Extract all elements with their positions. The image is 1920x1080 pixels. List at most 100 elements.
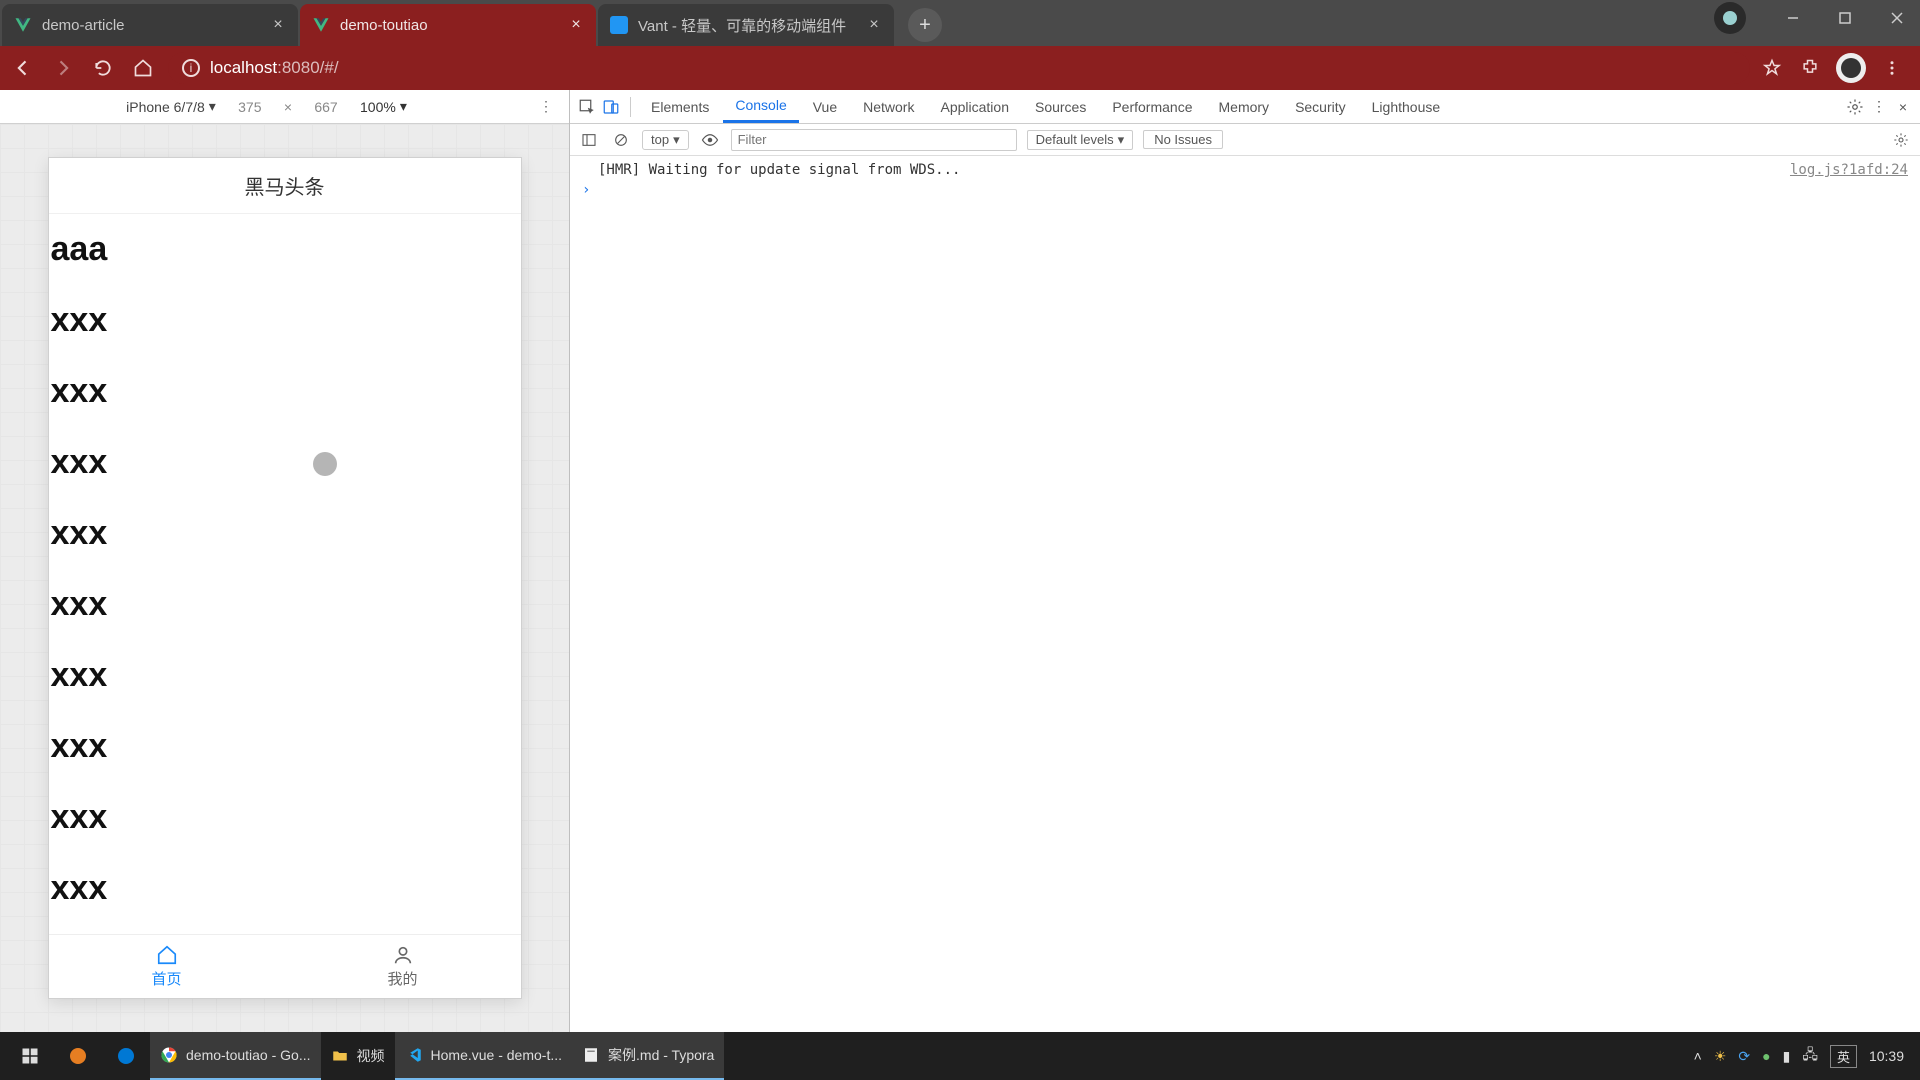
toggle-device-icon[interactable] bbox=[600, 96, 622, 118]
tray-sync-icon[interactable]: ⟳ bbox=[1738, 1048, 1750, 1065]
devtools-tab-memory[interactable]: Memory bbox=[1207, 90, 1282, 123]
home-icon bbox=[156, 944, 178, 966]
devtools-tab-vue[interactable]: Vue bbox=[801, 90, 849, 123]
search-tabs-button[interactable] bbox=[1714, 2, 1746, 34]
reload-button[interactable] bbox=[88, 53, 118, 83]
bookmark-star-icon[interactable] bbox=[1760, 56, 1784, 80]
console-log-line: [HMR] Waiting for update signal from WDS… bbox=[570, 160, 1920, 180]
device-select[interactable]: iPhone 6/7/8 ▾ bbox=[126, 98, 216, 115]
clear-console-icon[interactable] bbox=[610, 129, 632, 151]
console-context-select[interactable]: top ▾ bbox=[642, 130, 689, 150]
issues-badge[interactable]: No Issues bbox=[1143, 130, 1223, 149]
log-source-link[interactable]: log.js?1afd:24 bbox=[1790, 162, 1908, 178]
devtools-tab-elements[interactable]: Elements bbox=[639, 90, 721, 123]
console-settings-icon[interactable] bbox=[1890, 129, 1912, 151]
main-split: iPhone 6/7/8 ▾ × 100% ▾ ⋮ 黑马头条 aaa xxx bbox=[0, 90, 1920, 1032]
close-icon[interactable]: × bbox=[568, 17, 584, 33]
devtools-pane: Elements Console Vue Network Application… bbox=[570, 90, 1920, 1032]
devtools-tab-console[interactable]: Console bbox=[723, 90, 798, 123]
back-button[interactable] bbox=[8, 53, 38, 83]
ime-indicator[interactable]: 英 bbox=[1830, 1045, 1857, 1068]
console-output[interactable]: [HMR] Waiting for update signal from WDS… bbox=[570, 156, 1920, 1032]
tabbar-home[interactable]: 首页 bbox=[49, 935, 285, 998]
extensions-icon[interactable] bbox=[1798, 56, 1822, 80]
address-bar[interactable]: i localhost:8080/#/ bbox=[168, 52, 1750, 84]
window-controls bbox=[1714, 0, 1920, 36]
tray-battery-icon[interactable]: ▮ bbox=[1783, 1048, 1791, 1065]
taskbar-folder[interactable]: 视频 bbox=[321, 1032, 395, 1080]
browser-menu-icon[interactable] bbox=[1880, 56, 1904, 80]
close-icon[interactable]: × bbox=[866, 17, 882, 33]
dimension-separator: × bbox=[284, 99, 292, 115]
device-toolbar-menu[interactable]: ⋮ bbox=[533, 98, 559, 115]
tab-title: demo-article bbox=[42, 17, 260, 34]
device-height-input[interactable] bbox=[302, 96, 350, 118]
maximize-button[interactable] bbox=[1822, 0, 1868, 36]
close-icon[interactable]: × bbox=[270, 17, 286, 33]
forward-button[interactable] bbox=[48, 53, 78, 83]
devtools-tab-network[interactable]: Network bbox=[851, 90, 926, 123]
tray-network-icon[interactable]: 🖧 bbox=[1802, 1044, 1818, 1068]
tab-title: demo-toutiao bbox=[340, 17, 558, 34]
device-preview-pane: iPhone 6/7/8 ▾ × 100% ▾ ⋮ 黑马头条 aaa xxx bbox=[0, 90, 570, 1032]
zoom-select[interactable]: 100% ▾ bbox=[360, 98, 407, 115]
profile-avatar[interactable] bbox=[1836, 53, 1866, 83]
console-filter-input[interactable] bbox=[731, 129, 1017, 151]
tray-weather-icon[interactable]: ☀ bbox=[1714, 1048, 1727, 1065]
devtools-close-icon[interactable]: × bbox=[1892, 96, 1914, 118]
close-window-button[interactable] bbox=[1874, 0, 1920, 36]
minimize-button[interactable] bbox=[1770, 0, 1816, 36]
tabbar-label: 首页 bbox=[151, 968, 181, 989]
site-info-icon[interactable]: i bbox=[182, 59, 200, 77]
touch-indicator bbox=[313, 452, 337, 476]
windows-taskbar: demo-toutiao - Go... 视频 Home.vue - demo-… bbox=[0, 1032, 1920, 1080]
url-host: localhost:8080/#/ bbox=[210, 58, 339, 78]
inspect-element-icon[interactable] bbox=[576, 96, 598, 118]
devtools-settings-icon[interactable] bbox=[1844, 96, 1866, 118]
taskbar-label: 视频 bbox=[357, 1046, 385, 1066]
devtools-tab-sources[interactable]: Sources bbox=[1023, 90, 1098, 123]
tabbar-label: 我的 bbox=[387, 968, 417, 989]
new-tab-button[interactable]: + bbox=[908, 8, 942, 42]
browser-tab-1[interactable]: demo-toutiao × bbox=[300, 4, 596, 46]
taskbar-edge[interactable] bbox=[102, 1032, 150, 1080]
console-prompt[interactable]: › bbox=[570, 180, 1920, 200]
navbar-title: 黑马头条 bbox=[245, 171, 325, 200]
start-button[interactable] bbox=[6, 1032, 54, 1080]
vue-icon bbox=[14, 16, 32, 34]
devtools-menu-icon[interactable]: ⋮ bbox=[1868, 96, 1890, 118]
clock[interactable]: 10:39 bbox=[1869, 1048, 1904, 1064]
devtools-tab-performance[interactable]: Performance bbox=[1100, 90, 1204, 123]
levels-label: Default levels bbox=[1036, 132, 1114, 147]
taskbar-vscode[interactable]: Home.vue - demo-t... bbox=[395, 1032, 573, 1080]
phone-frame: 黑马头条 aaa xxx xxx xxx xxx xxx xxx xxx xxx… bbox=[49, 158, 521, 998]
devtools-tab-security[interactable]: Security bbox=[1283, 90, 1358, 123]
tray-chevron-icon[interactable]: ˄ bbox=[1694, 1048, 1702, 1064]
live-expression-icon[interactable] bbox=[699, 129, 721, 151]
vant-icon bbox=[610, 16, 628, 34]
console-sidebar-toggle-icon[interactable] bbox=[578, 129, 600, 151]
log-levels-select[interactable]: Default levels ▾ bbox=[1027, 130, 1134, 150]
taskbar-typora[interactable]: 案例.md - Typora bbox=[572, 1032, 724, 1080]
taskbar-label: 案例.md - Typora bbox=[608, 1045, 714, 1065]
chevron-down-icon: ▾ bbox=[1118, 132, 1125, 148]
folder-icon bbox=[331, 1047, 349, 1065]
tabbar-mine[interactable]: 我的 bbox=[285, 935, 521, 998]
taskbar-chrome[interactable]: demo-toutiao - Go... bbox=[150, 1032, 321, 1080]
list-item: xxx bbox=[49, 498, 521, 569]
browser-tab-2[interactable]: Vant - 轻量、可靠的移动端组件 × bbox=[598, 4, 894, 46]
list-item: xxx bbox=[49, 640, 521, 711]
context-value: top bbox=[651, 132, 669, 147]
browser-tab-0[interactable]: demo-article × bbox=[2, 4, 298, 46]
tray-status-icon[interactable]: ● bbox=[1762, 1048, 1770, 1064]
app-content[interactable]: aaa xxx xxx xxx xxx xxx xxx xxx xxx xxx bbox=[49, 214, 521, 934]
divider bbox=[630, 97, 631, 117]
devtools-tab-lighthouse[interactable]: Lighthouse bbox=[1360, 90, 1453, 123]
devtools-tab-application[interactable]: Application bbox=[928, 90, 1021, 123]
taskbar-app[interactable] bbox=[54, 1032, 102, 1080]
device-width-input[interactable] bbox=[226, 96, 274, 118]
home-button[interactable] bbox=[128, 53, 158, 83]
log-message: [HMR] Waiting for update signal from WDS… bbox=[598, 162, 960, 178]
app-tabbar: 首页 我的 bbox=[49, 934, 521, 998]
device-stage: 黑马头条 aaa xxx xxx xxx xxx xxx xxx xxx xxx… bbox=[0, 124, 569, 1032]
